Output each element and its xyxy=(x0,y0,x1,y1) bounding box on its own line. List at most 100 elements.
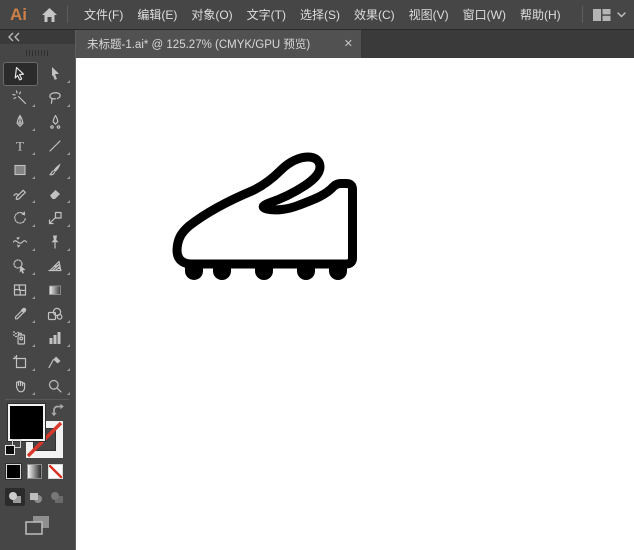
draw-behind-button[interactable] xyxy=(26,488,46,506)
document-tab-bar: 未标题-1.ai* @ 125.27% (CMYK/GPU 预览) ✕ xyxy=(76,30,634,58)
eraser-icon xyxy=(47,186,63,202)
menu-effect[interactable]: 效果(C) xyxy=(347,0,402,30)
symbol-sprayer-tool[interactable] xyxy=(3,326,38,350)
width-tool[interactable] xyxy=(3,230,38,254)
tools-panel-header xyxy=(0,30,75,44)
workspace-layout-icon xyxy=(592,7,612,23)
mesh-icon xyxy=(12,282,28,298)
document-tab[interactable]: 未标题-1.ai* @ 125.27% (CMYK/GPU 预览) ✕ xyxy=(76,30,361,58)
curvature-tool[interactable] xyxy=(38,110,73,134)
color-type-buttons xyxy=(6,464,63,479)
menubar-divider-right xyxy=(582,6,583,23)
menu-object[interactable]: 对象(O) xyxy=(184,0,239,30)
pen-icon xyxy=(12,114,28,130)
menu-bar: Ai 文件(F) 编辑(E) 对象(O) 文字(T) 选择(S) 效果(C) 视… xyxy=(0,0,634,30)
scale-tool[interactable] xyxy=(38,206,73,230)
menu-window[interactable]: 窗口(W) xyxy=(456,0,513,30)
rectangle-icon xyxy=(12,162,28,178)
menu-help[interactable]: 帮助(H) xyxy=(513,0,568,30)
hand-tool[interactable] xyxy=(3,374,38,398)
perspective-grid-icon xyxy=(47,258,63,274)
draw-behind-icon xyxy=(30,492,42,503)
document-canvas[interactable] xyxy=(76,58,634,550)
selection-tool-icon xyxy=(12,66,28,82)
tab-close-button[interactable]: ✕ xyxy=(344,39,353,50)
width-tool-icon xyxy=(12,234,28,250)
hand-icon xyxy=(12,378,28,394)
lasso-icon xyxy=(47,90,63,106)
puppet-warp-tool[interactable] xyxy=(38,230,73,254)
curvature-pen-icon xyxy=(47,114,63,130)
rotate-tool[interactable] xyxy=(3,206,38,230)
line-segment-icon xyxy=(47,138,63,154)
direct-selection-tool[interactable] xyxy=(38,62,73,86)
shaper-pencil-icon xyxy=(12,186,28,202)
draw-normal-button[interactable] xyxy=(5,488,25,506)
slice-tool[interactable] xyxy=(38,350,73,374)
menu-view[interactable]: 视图(V) xyxy=(402,0,456,30)
workspace-switcher-button[interactable] xyxy=(592,7,626,23)
type-tool[interactable]: T xyxy=(3,134,38,158)
artboard-icon xyxy=(12,354,28,370)
artwork-soccer-cleat[interactable] xyxy=(168,146,368,294)
artboard-tool[interactable] xyxy=(3,350,38,374)
draw-inside-icon xyxy=(51,492,63,503)
blend-icon xyxy=(47,306,63,322)
eraser-tool[interactable] xyxy=(38,182,73,206)
tool-grid: T xyxy=(0,62,75,398)
none-button[interactable] xyxy=(48,464,63,479)
menubar-right xyxy=(573,6,634,23)
draw-normal-icon xyxy=(9,492,21,503)
column-graph-tool[interactable] xyxy=(38,326,73,350)
screen-mode-button[interactable] xyxy=(24,514,51,542)
svg-text:T: T xyxy=(16,139,24,154)
illustrator-logo: Ai xyxy=(10,5,27,25)
line-segment-tool[interactable] xyxy=(38,134,73,158)
gradient-icon xyxy=(47,282,63,298)
selection-tool[interactable] xyxy=(3,62,38,86)
default-fill-mini-icon xyxy=(5,445,15,455)
fill-color-swatch[interactable] xyxy=(8,404,45,441)
eyedropper-tool[interactable] xyxy=(3,302,38,326)
document-tab-title: 未标题-1.ai* @ 125.27% (CMYK/GPU 预览) xyxy=(87,36,338,52)
pen-tool[interactable] xyxy=(3,110,38,134)
zoom-magnifier-icon xyxy=(47,378,63,394)
mesh-tool[interactable] xyxy=(3,278,38,302)
tools-panel: T xyxy=(0,30,76,550)
zoom-tool[interactable] xyxy=(38,374,73,398)
type-tool-icon: T xyxy=(12,138,28,154)
eyedropper-icon xyxy=(12,306,28,322)
color-button[interactable] xyxy=(6,464,21,479)
lasso-tool[interactable] xyxy=(38,86,73,110)
magic-wand-tool[interactable] xyxy=(3,86,38,110)
direct-selection-tool-icon xyxy=(47,66,63,82)
menu-edit[interactable]: 编辑(E) xyxy=(130,0,184,30)
chevron-down-icon xyxy=(617,12,626,18)
menu-file[interactable]: 文件(F) xyxy=(77,0,130,30)
rectangle-tool[interactable] xyxy=(3,158,38,182)
home-button[interactable] xyxy=(41,7,58,23)
panel-drag-handle[interactable] xyxy=(0,44,75,62)
perspective-grid-tool[interactable] xyxy=(38,254,73,278)
swap-arrows-icon xyxy=(50,402,67,419)
column-graph-icon xyxy=(47,330,63,346)
magic-wand-icon xyxy=(12,90,28,106)
collapse-panel-icon[interactable] xyxy=(5,32,23,42)
drag-dots-icon xyxy=(26,50,50,56)
menu-select[interactable]: 选择(S) xyxy=(293,0,347,30)
blend-tool[interactable] xyxy=(38,302,73,326)
rotate-icon xyxy=(12,210,28,226)
draw-inside-button xyxy=(47,488,67,506)
scale-icon xyxy=(47,210,63,226)
menubar-divider xyxy=(67,6,68,23)
menu-type[interactable]: 文字(T) xyxy=(240,0,293,30)
gradient-button[interactable] xyxy=(27,464,42,479)
paintbrush-tool[interactable] xyxy=(38,158,73,182)
menu-items: 文件(F) 编辑(E) 对象(O) 文字(T) 选择(S) 效果(C) 视图(V… xyxy=(77,0,568,30)
gradient-tool[interactable] xyxy=(38,278,73,302)
default-fill-stroke-button[interactable] xyxy=(5,439,21,455)
swap-fill-stroke-button[interactable] xyxy=(50,402,67,424)
shape-builder-tool[interactable] xyxy=(3,254,38,278)
shaper-tool[interactable] xyxy=(3,182,38,206)
symbol-sprayer-icon xyxy=(12,330,28,346)
